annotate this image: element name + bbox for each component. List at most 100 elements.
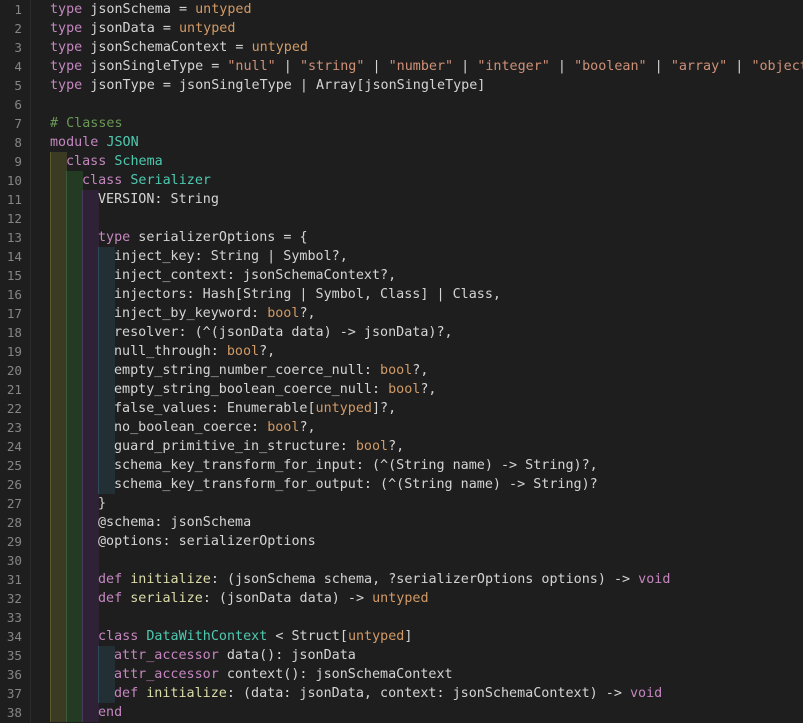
code-token: bool xyxy=(355,439,389,454)
indent-guide xyxy=(82,209,99,228)
code-line[interactable]: 32 def serialize: (jsonData data) -> unty… xyxy=(0,589,803,608)
indent-guide xyxy=(50,456,67,475)
code-line[interactable]: 26 schema_key_transform_for_output: (^(St… xyxy=(0,475,803,494)
code-line[interactable]: 12 xyxy=(0,209,803,228)
code-line[interactable]: 38 end xyxy=(0,703,803,722)
code-token: bool xyxy=(388,382,421,397)
code-line[interactable]: 3 type jsonSchemaContext = untyped xyxy=(0,38,803,57)
indent-guide xyxy=(66,323,83,342)
code-line[interactable]: 24 guard_primitive_in_structure: bool?, xyxy=(0,437,803,456)
code-token: no_boolean_coerce: xyxy=(114,420,268,435)
indent-guide xyxy=(50,152,67,171)
indent-guide xyxy=(82,399,99,418)
code-line[interactable]: 9 class Schema xyxy=(0,152,803,171)
code-line[interactable]: 35 attr_accessor data(): jsonData xyxy=(0,646,803,665)
indent-guide xyxy=(50,342,67,361)
code-editor[interactable]: 1 type jsonSchema = untyped 2 type jsonData… xyxy=(0,0,803,723)
code-line[interactable]: 23 no_boolean_coerce: bool?, xyxy=(0,418,803,437)
code-text: type jsonSingleType = "null" | "string" … xyxy=(50,57,803,76)
line-number: 35 xyxy=(6,648,22,663)
indent-guide xyxy=(98,456,115,475)
code-token: resolver: (^(jsonData data) -> jsonData)… xyxy=(114,325,453,340)
indent-guide xyxy=(82,627,99,646)
code-line[interactable]: 29 @options: serializerOptions xyxy=(0,532,803,551)
indent-guide xyxy=(66,342,83,361)
code-line[interactable]: 17 inject_by_keyword: bool?, xyxy=(0,304,803,323)
code-line[interactable]: 6 xyxy=(0,95,803,114)
code-line[interactable]: 20 empty_string_number_coerce_null: bool?… xyxy=(0,361,803,380)
code-token: "null" xyxy=(227,59,276,74)
code-line[interactable]: 7 # Classes xyxy=(0,114,803,133)
code-line[interactable]: 18 resolver: (^(jsonData data) -> jsonDat… xyxy=(0,323,803,342)
indent-guide xyxy=(50,551,67,570)
line-number: 28 xyxy=(6,515,22,530)
code-token: ?, xyxy=(388,439,405,454)
indent-guide xyxy=(82,494,99,513)
code-line[interactable]: 31 def initialize: (jsonSchema schema, ?s… xyxy=(0,570,803,589)
code-token: jsonSchema = xyxy=(82,2,196,17)
code-line[interactable]: 19 null_through: bool?, xyxy=(0,342,803,361)
code-token: Schema xyxy=(114,154,163,169)
indent-guide xyxy=(50,171,67,190)
code-token: attr_accessor xyxy=(114,648,219,663)
code-line[interactable]: 5 type jsonType = jsonSingleType | Array[… xyxy=(0,76,803,95)
code-text: inject_by_keyword: bool?, xyxy=(114,304,316,323)
code-text: type jsonType = jsonSingleType | Array[j… xyxy=(50,76,485,95)
code-line[interactable]: 13 type serializerOptions = { xyxy=(0,228,803,247)
code-token: initialize xyxy=(130,572,211,587)
code-token: context(): jsonSchemaContext xyxy=(218,667,453,682)
code-line[interactable]: 33 xyxy=(0,608,803,627)
code-line[interactable]: 27} xyxy=(0,494,803,513)
indent-guide xyxy=(66,247,83,266)
code-token: } xyxy=(98,496,107,511)
code-line[interactable]: 2 type jsonData = untyped xyxy=(0,19,803,38)
indent-guide xyxy=(50,665,67,684)
code-line[interactable]: 28 @schema: jsonSchema xyxy=(0,513,803,532)
indent-guide xyxy=(50,304,67,323)
code-text: inject_context: jsonSchemaContext?, xyxy=(114,266,396,285)
code-line[interactable]: 16 injectors: Hash[String | Symbol, Class… xyxy=(0,285,803,304)
indent-guide xyxy=(82,703,99,722)
code-text: resolver: (^(jsonData data) -> jsonData)… xyxy=(114,323,453,342)
code-token: bool xyxy=(267,420,300,435)
code-text: } xyxy=(98,494,106,513)
code-token: false_values: Enumerable[ xyxy=(114,401,316,416)
indent-guide xyxy=(50,589,67,608)
code-line[interactable]: 10 class Serializer xyxy=(0,171,803,190)
indent-guide xyxy=(98,665,115,684)
code-line[interactable]: 4 type jsonSingleType = "null" | "string"… xyxy=(0,57,803,76)
line-number: 18 xyxy=(6,325,22,340)
code-line[interactable]: 11 VERSION: String xyxy=(0,190,803,209)
indent-guide xyxy=(82,323,99,342)
code-line[interactable]: 37 def initialize: (data: jsonData, conte… xyxy=(0,684,803,703)
code-line[interactable]: 8 module JSON xyxy=(0,133,803,152)
code-line[interactable]: 1 type jsonSchema = untyped xyxy=(0,0,803,19)
code-line[interactable]: 14 inject_key: String | Symbol?, xyxy=(0,247,803,266)
code-line[interactable]: 21 empty_string_boolean_coerce_null: bool… xyxy=(0,380,803,399)
line-number: 16 xyxy=(6,287,22,302)
code-line[interactable]: 34 class DataWithContext < Struct[untyped… xyxy=(0,627,803,646)
indent-guide xyxy=(82,437,99,456)
code-token: guard_primitive_in_structure: xyxy=(114,439,356,454)
code-token: jsonData = xyxy=(82,21,179,36)
code-token: inject_by_keyword: xyxy=(114,306,268,321)
indent-guide xyxy=(98,418,115,437)
indent-guide xyxy=(66,570,83,589)
indent-guide xyxy=(50,437,67,456)
code-line[interactable]: 36 attr_accessor context(): jsonSchemaCon… xyxy=(0,665,803,684)
indent-guide xyxy=(66,494,83,513)
code-line[interactable]: 22 false_values: Enumerable[untyped]?, xyxy=(0,399,803,418)
code-token: "string" xyxy=(299,59,365,74)
code-token: "array" xyxy=(670,59,728,74)
indent-guide xyxy=(50,323,67,342)
code-line[interactable]: 15 inject_context: jsonSchemaContext?, xyxy=(0,266,803,285)
indent-guide xyxy=(66,361,83,380)
code-text: # Classes xyxy=(50,114,123,133)
indent-guide xyxy=(50,475,67,494)
code-token: untyped xyxy=(372,591,429,606)
code-line[interactable]: 25 schema_key_transform_for_input: (^(Str… xyxy=(0,456,803,475)
code-line[interactable]: 30 xyxy=(0,551,803,570)
line-number: 26 xyxy=(6,477,22,492)
code-token: void xyxy=(638,572,671,587)
indent-guide xyxy=(98,399,115,418)
